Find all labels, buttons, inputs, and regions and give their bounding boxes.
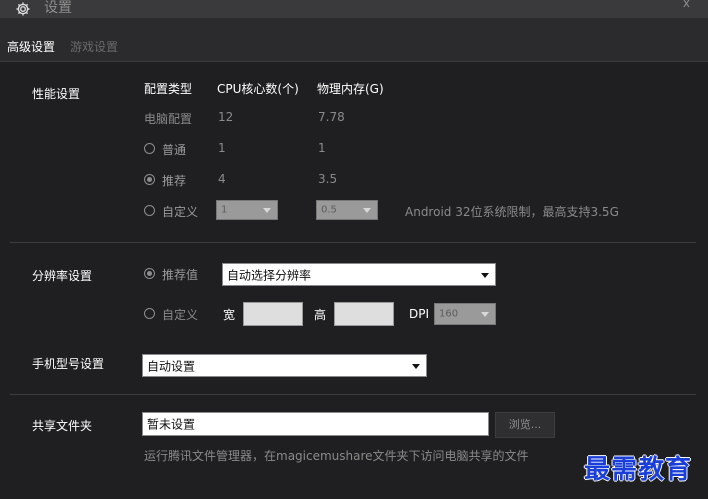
custom-performance-label: 自定义 (162, 205, 199, 219)
header-cpu-cores: CPU核心数(个) (217, 82, 299, 96)
title-bar: 设置 x (0, 0, 708, 18)
resolution-select[interactable]: 自动选择分辨率 (222, 263, 496, 286)
performance-section-label: 性能设置 (32, 87, 81, 101)
cpu-cores-select[interactable]: 1 (216, 200, 278, 220)
tab-game-settings[interactable]: 游戏设置 (70, 38, 118, 55)
width-label: 宽 (223, 308, 236, 322)
dpi-select[interactable]: 160 (434, 303, 496, 325)
tab-advanced-settings[interactable]: 高级设置 (7, 38, 55, 55)
recommended-label: 推荐 (162, 174, 187, 188)
resolution-custom-label: 自定义 (162, 308, 199, 322)
cpu-cores-select-value: 1 (221, 204, 228, 216)
radio-normal[interactable] (144, 143, 155, 154)
header-memory: 物理内存(G) (317, 82, 384, 96)
browse-button[interactable]: 浏览... (495, 412, 555, 438)
close-button[interactable]: x (683, 0, 690, 10)
shared-folder-section-label: 共享文件夹 (32, 419, 93, 433)
radio-custom-performance[interactable] (144, 205, 155, 216)
shared-folder-hint: 运行腾讯文件管理器，在magicemushare文件夹下访问电脑共享的文件 (144, 449, 529, 463)
dpi-label: DPI (409, 307, 430, 321)
header-config-type: 配置类型 (144, 82, 193, 96)
gear-icon (16, 2, 30, 16)
resolution-section-label: 分辨率设置 (32, 269, 93, 283)
radio-recommended[interactable] (144, 174, 155, 185)
chevron-down-icon (481, 312, 489, 317)
pc-config-label: 电脑配置 (144, 112, 193, 126)
width-input[interactable] (243, 302, 303, 326)
chevron-down-icon (412, 363, 420, 369)
memory-select-value: 0.5 (321, 204, 337, 216)
normal-cpu-value: 1 (218, 141, 226, 155)
radio-resolution-custom[interactable] (144, 308, 155, 319)
dpi-select-value: 160 (439, 308, 459, 320)
chevron-down-icon (263, 208, 271, 213)
memory-select[interactable]: 0.5 (316, 200, 378, 220)
recommended-memory-value: 3.5 (318, 172, 338, 186)
height-input[interactable] (334, 302, 394, 326)
watermark-logo: 最需教育 (584, 455, 693, 485)
chevron-down-icon (363, 208, 371, 213)
memory-limit-note: Android 32位系统限制，最高支持3.5G (405, 205, 619, 219)
settings-panel: 性能设置 配置类型 CPU核心数(个) 物理内存(G) 电脑配置 12 7.78… (0, 61, 708, 499)
shared-folder-value: 暂未设置 (147, 417, 196, 432)
phone-model-select[interactable]: 自动设置 (142, 354, 427, 377)
tab-bar: 高级设置 游戏设置 (0, 18, 708, 61)
height-label: 高 (314, 308, 327, 322)
radio-resolution-recommended[interactable] (144, 268, 155, 279)
phone-model-section-label: 手机型号设置 (32, 357, 105, 371)
normal-memory-value: 1 (318, 141, 326, 155)
recommended-cpu-value: 4 (218, 172, 226, 186)
shared-folder-field[interactable]: 暂未设置 (142, 412, 489, 436)
pc-cpu-value: 12 (218, 110, 234, 124)
phone-model-select-value: 自动设置 (147, 359, 196, 373)
resolution-select-value: 自动选择分辨率 (227, 268, 312, 282)
normal-label: 普通 (162, 143, 187, 157)
divider (10, 394, 696, 395)
divider (10, 242, 696, 243)
resolution-recommended-label: 推荐值 (162, 268, 199, 282)
chevron-down-icon (481, 272, 489, 278)
window-title: 设置 (44, 0, 72, 16)
pc-memory-value: 7.78 (318, 110, 345, 124)
